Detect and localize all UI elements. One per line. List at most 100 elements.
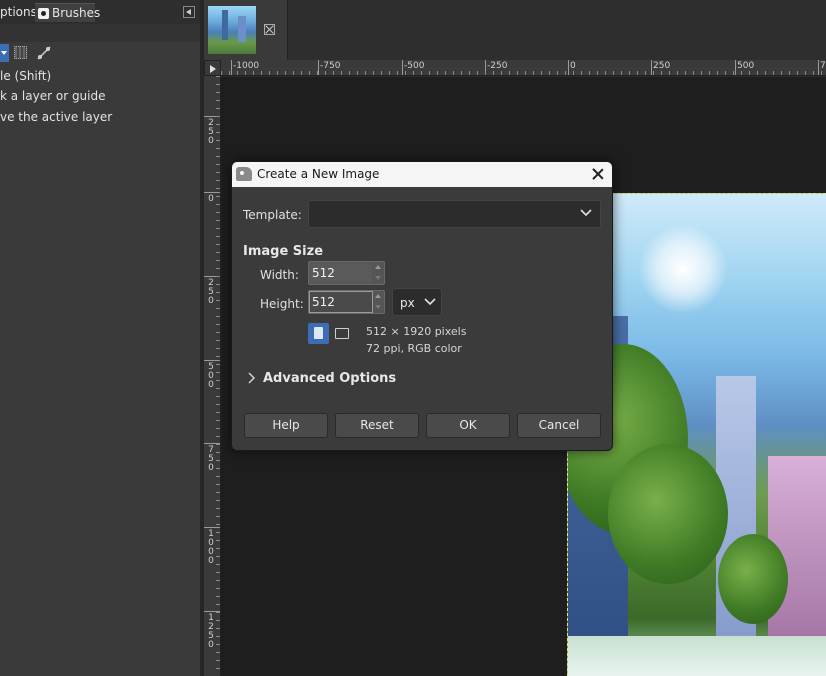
tab-brushes[interactable]: Brushes [35, 3, 100, 22]
ruler-major-tick [231, 60, 232, 75]
layer-mode-icon[interactable] [0, 44, 9, 62]
ruler-minor-tick [429, 71, 430, 75]
width-stepper-arrows[interactable] [372, 262, 384, 284]
width-input[interactable] [310, 263, 372, 283]
cancel-button[interactable]: Cancel [517, 413, 601, 438]
help-button[interactable]: Help [244, 413, 328, 438]
canvas-sun-glow [638, 224, 728, 314]
ruler-minor-tick [216, 428, 220, 429]
tab-tool-options[interactable]: ptions [0, 3, 37, 22]
chevron-right-icon[interactable] [247, 372, 255, 384]
landscape-icon[interactable] [334, 326, 349, 340]
ruler-minor-tick [437, 71, 438, 75]
ruler-minor-tick [216, 172, 220, 173]
ok-button[interactable]: OK [426, 413, 510, 438]
close-icon[interactable] [590, 166, 606, 182]
ruler-minor-tick [216, 476, 220, 477]
height-stepper [308, 290, 385, 314]
ruler-minor-tick [661, 71, 662, 75]
ruler-minor-tick [216, 436, 220, 437]
ruler-minor-tick [517, 71, 518, 75]
height-input[interactable] [309, 291, 373, 313]
ruler-minor-tick [461, 71, 462, 75]
ruler-minor-tick [216, 500, 220, 501]
ruler-minor-tick [605, 71, 606, 75]
tool-option-pick-layer[interactable]: k a layer or guide [0, 89, 106, 103]
ruler-minor-tick [693, 71, 694, 75]
image-thumbnail[interactable] [208, 6, 256, 54]
ruler-minor-tick [629, 71, 630, 75]
selection-mode-icon[interactable] [14, 46, 27, 59]
ruler-major-tick [204, 360, 220, 361]
path-mode-icon[interactable] [36, 45, 52, 61]
ruler-minor-tick [821, 71, 822, 75]
ruler-minor-tick [789, 71, 790, 75]
ruler-minor-tick [216, 396, 220, 397]
tool-option-move-active[interactable]: ve the active layer [0, 110, 112, 124]
reset-button[interactable]: Reset [335, 413, 419, 438]
image-tab-bar [204, 0, 826, 60]
ruler-minor-tick [216, 556, 220, 557]
ruler-minor-tick [237, 71, 238, 75]
ruler-minor-tick [216, 532, 220, 533]
ruler-minor-tick [621, 71, 622, 75]
dock-menu-icon[interactable] [183, 6, 195, 18]
ruler-minor-tick [216, 620, 220, 621]
ruler-minor-tick [216, 452, 220, 453]
ruler-minor-tick [253, 71, 254, 75]
ruler-minor-tick [469, 71, 470, 75]
ruler-minor-tick [216, 668, 220, 669]
ruler-minor-tick [216, 236, 220, 237]
image-size-heading: Image Size [243, 244, 324, 259]
portrait-icon[interactable] [308, 323, 329, 344]
ruler-minor-tick [216, 588, 220, 589]
ruler-minor-tick [216, 524, 220, 525]
height-stepper-arrows[interactable] [372, 291, 384, 313]
ruler-corner-menu-button[interactable] [204, 60, 221, 76]
ruler-minor-tick [525, 71, 526, 75]
ruler-minor-tick [216, 660, 220, 661]
ruler-minor-tick [389, 71, 390, 75]
ruler-minor-tick [216, 596, 220, 597]
ruler-minor-tick [216, 332, 220, 333]
ruler-minor-tick [245, 71, 246, 75]
vertical-ruler[interactable]: 250 0 250 500 750 1000 1250 [204, 76, 221, 676]
ruler-minor-tick [216, 364, 220, 365]
ruler-minor-tick [637, 71, 638, 75]
image-tab[interactable] [204, 0, 288, 60]
ruler-minor-tick [216, 244, 220, 245]
decrement-icon[interactable] [375, 276, 381, 280]
ruler-minor-tick [216, 492, 220, 493]
template-dropdown[interactable] [308, 200, 601, 228]
ruler-minor-tick [221, 71, 222, 75]
ruler-label: 0 [570, 61, 576, 71]
ruler-minor-tick [216, 108, 220, 109]
increment-icon[interactable] [375, 265, 381, 269]
ruler-minor-tick [216, 196, 220, 197]
dialog-titlebar[interactable]: Create a New Image [232, 162, 612, 187]
ruler-minor-tick [477, 71, 478, 75]
ruler-minor-tick [413, 71, 414, 75]
ruler-minor-tick [317, 71, 318, 75]
ruler-minor-tick [216, 284, 220, 285]
ruler-minor-tick [805, 71, 806, 75]
ruler-minor-tick [216, 628, 220, 629]
width-label: Width: [260, 268, 299, 282]
ruler-minor-tick [216, 548, 220, 549]
ruler-minor-tick [216, 380, 220, 381]
decrement-icon[interactable] [375, 305, 381, 309]
ruler-minor-tick [797, 71, 798, 75]
ruler-minor-tick [229, 71, 230, 75]
increment-icon[interactable] [375, 294, 381, 298]
unit-dropdown[interactable]: px [392, 288, 442, 316]
canvas-tree [608, 444, 728, 584]
ruler-minor-tick [613, 71, 614, 75]
advanced-options-expander[interactable]: Advanced Options [263, 371, 396, 386]
horizontal-ruler[interactable]: -1000 -750 -500 -250 0 250 500 750 [221, 60, 826, 76]
ruler-minor-tick [216, 324, 220, 325]
chevron-down-icon [424, 298, 436, 306]
ruler-major-tick [318, 60, 319, 75]
close-icon[interactable] [264, 24, 275, 35]
ruler-minor-tick [709, 71, 710, 75]
ruler-minor-tick [216, 404, 220, 405]
